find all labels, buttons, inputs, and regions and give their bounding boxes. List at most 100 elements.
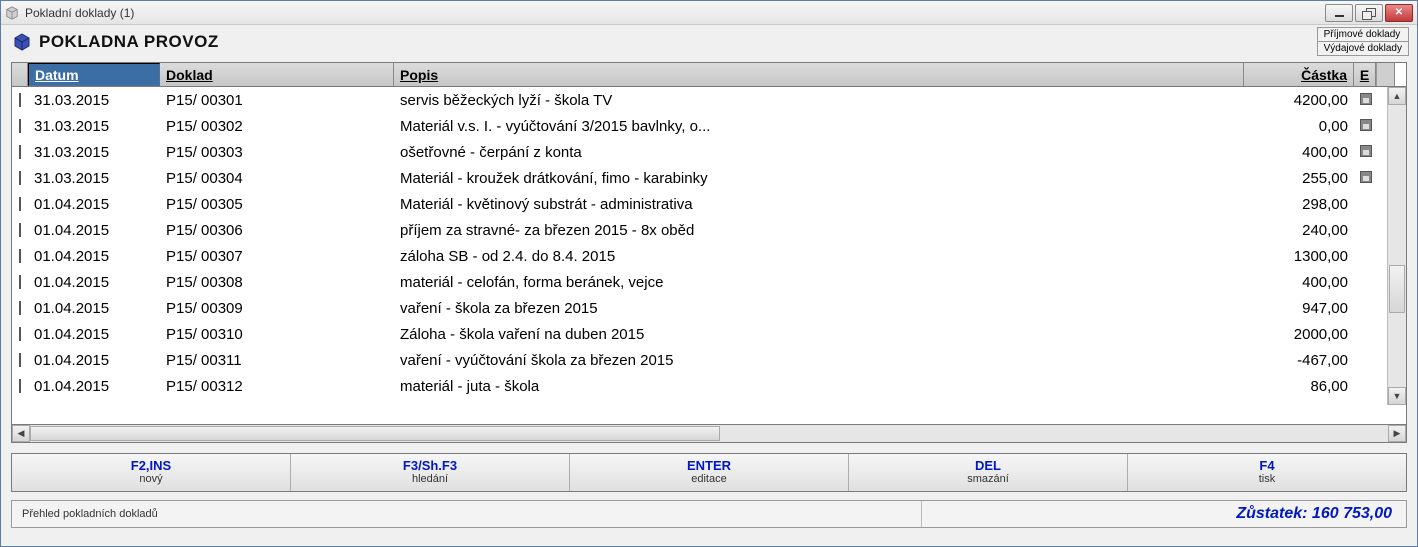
column-header-doklad[interactable]: Doklad	[160, 63, 394, 86]
cell-castka: 298,00	[1244, 196, 1354, 213]
cell-datum: 31.03.2015	[28, 118, 160, 135]
cell-datum: 01.04.2015	[28, 196, 160, 213]
cell-doklad: P15/ 00309	[160, 300, 394, 317]
cell-e	[1354, 119, 1376, 134]
table-row[interactable]: 31.03.2015P15/ 00302Materiál v.s. I. - v…	[12, 113, 1387, 139]
cell-doklad: P15/ 00305	[160, 196, 394, 213]
balance-label: Zůstatek:	[1236, 505, 1307, 522]
save-icon	[1360, 93, 1372, 105]
table-row[interactable]: 01.04.2015P15/ 00309vaření - škola za bř…	[12, 295, 1387, 321]
table-row[interactable]: 31.03.2015P15/ 00301servis běžeckých lyž…	[12, 87, 1387, 113]
cell-castka: 1300,00	[1244, 248, 1354, 265]
cell-doklad: P15/ 00302	[160, 118, 394, 135]
fn-edit-button[interactable]: ENTER editace	[570, 454, 849, 491]
fn-action-label: tisk	[1128, 473, 1406, 485]
cell-castka: 947,00	[1244, 300, 1354, 317]
row-marker	[12, 249, 28, 263]
hscroll-left-button[interactable]: ◀	[12, 425, 30, 442]
horizontal-scrollbar[interactable]: ◀ ▶	[11, 425, 1407, 443]
page-title: POKLADNA PROVOZ	[39, 32, 219, 52]
cell-datum: 01.04.2015	[28, 326, 160, 343]
save-icon	[1360, 145, 1372, 157]
row-marker	[12, 119, 28, 133]
cell-doklad: P15/ 00303	[160, 144, 394, 161]
row-marker	[12, 197, 28, 211]
scroll-thumb[interactable]	[1389, 265, 1405, 313]
cell-castka: 240,00	[1244, 222, 1354, 239]
table-row[interactable]: 31.03.2015P15/ 00304Materiál - kroužek d…	[12, 165, 1387, 191]
table-row[interactable]: 01.04.2015P15/ 00306příjem za stravné- z…	[12, 217, 1387, 243]
cell-popis: materiál - celofán, forma beránek, vejce	[394, 274, 1244, 291]
fn-new-button[interactable]: F2,INS nový	[12, 454, 291, 491]
column-gutter	[12, 63, 28, 86]
column-header-datum[interactable]: Datum	[28, 63, 160, 86]
column-header-e[interactable]: E	[1354, 63, 1376, 86]
window: Pokladní doklady (1) POKLADNA PROVOZ Pří…	[0, 0, 1418, 547]
row-marker	[12, 301, 28, 315]
column-scroll-gutter	[1376, 63, 1395, 86]
link-expense-docs[interactable]: Výdajové doklady	[1317, 41, 1409, 56]
status-text: Přehled pokladních dokladů	[12, 501, 922, 527]
save-icon	[1360, 119, 1372, 131]
fn-print-button[interactable]: F4 tisk	[1128, 454, 1406, 491]
cell-datum: 01.04.2015	[28, 378, 160, 395]
fn-key-label: F4	[1128, 458, 1406, 473]
fn-search-button[interactable]: F3/Sh.F3 hledání	[291, 454, 570, 491]
cell-castka: 4200,00	[1244, 92, 1354, 109]
window-title: Pokladní doklady (1)	[25, 6, 134, 20]
scroll-up-button[interactable]: ▲	[1388, 87, 1406, 105]
scroll-down-button[interactable]: ▼	[1388, 387, 1406, 405]
table-row[interactable]: 01.04.2015P15/ 00312materiál - juta - šk…	[12, 373, 1387, 399]
vertical-scrollbar[interactable]: ▲ ▼	[1387, 87, 1406, 405]
column-header-popis[interactable]: Popis	[394, 63, 1244, 86]
fn-delete-button[interactable]: DEL smazání	[849, 454, 1128, 491]
cell-datum: 01.04.2015	[28, 274, 160, 291]
fn-key-label: ENTER	[570, 458, 848, 473]
cell-castka: 400,00	[1244, 144, 1354, 161]
cell-datum: 31.03.2015	[28, 144, 160, 161]
cell-doklad: P15/ 00311	[160, 352, 394, 369]
cell-castka: 2000,00	[1244, 326, 1354, 343]
row-marker	[12, 327, 28, 341]
cell-castka: 0,00	[1244, 118, 1354, 135]
header-icon	[13, 33, 31, 51]
cell-e	[1354, 145, 1376, 160]
cell-castka: 255,00	[1244, 170, 1354, 187]
table-row[interactable]: 01.04.2015P15/ 00311vaření - vyúčtování …	[12, 347, 1387, 373]
fn-action-label: smazání	[849, 473, 1127, 485]
fn-key-label: DEL	[849, 458, 1127, 473]
balance-value: 160 753,00	[1312, 505, 1392, 522]
balance-display: Zůstatek: 160 753,00	[1222, 505, 1406, 523]
table-row[interactable]: 31.03.2015P15/ 00303ošetřovné - čerpání …	[12, 139, 1387, 165]
cell-castka: -467,00	[1244, 352, 1354, 369]
table-row[interactable]: 01.04.2015P15/ 00305Materiál - květinový…	[12, 191, 1387, 217]
fn-key-label: F3/Sh.F3	[291, 458, 569, 473]
close-button[interactable]	[1385, 4, 1413, 22]
hscroll-thumb[interactable]	[30, 426, 720, 441]
grid-header: Datum Doklad Popis Částka E	[12, 63, 1406, 87]
fn-action-label: nový	[12, 473, 290, 485]
maximize-button[interactable]	[1355, 4, 1383, 22]
status-bar: Přehled pokladních dokladů Zůstatek: 160…	[11, 500, 1407, 528]
subheader: POKLADNA PROVOZ Příjmové doklady Výdajov…	[1, 25, 1417, 62]
table-row[interactable]: 01.04.2015P15/ 00307záloha SB - od 2.4. …	[12, 243, 1387, 269]
row-marker	[12, 171, 28, 185]
column-header-castka[interactable]: Částka	[1244, 63, 1354, 86]
cell-datum: 01.04.2015	[28, 248, 160, 265]
cell-doklad: P15/ 00301	[160, 92, 394, 109]
fn-key-label: F2,INS	[12, 458, 290, 473]
hscroll-right-button[interactable]: ▶	[1388, 425, 1406, 442]
cell-popis: vaření - škola za březen 2015	[394, 300, 1244, 317]
cell-popis: příjem za stravné- za březen 2015 - 8x o…	[394, 222, 1244, 239]
link-income-docs[interactable]: Příjmové doklady	[1317, 27, 1409, 41]
cell-doklad: P15/ 00307	[160, 248, 394, 265]
fn-action-label: editace	[570, 473, 848, 485]
cell-doklad: P15/ 00312	[160, 378, 394, 395]
minimize-button[interactable]	[1325, 4, 1353, 22]
table-row[interactable]: 01.04.2015P15/ 00310Záloha - škola vařen…	[12, 321, 1387, 347]
grid-rows: 31.03.2015P15/ 00301servis běžeckých lyž…	[12, 87, 1387, 399]
table-row[interactable]: 01.04.2015P15/ 00308materiál - celofán, …	[12, 269, 1387, 295]
cell-popis: Materiál v.s. I. - vyúčtování 3/2015 bav…	[394, 118, 1244, 135]
data-grid: Datum Doklad Popis Částka E 31.03.2015P1…	[11, 62, 1407, 425]
titlebar[interactable]: Pokladní doklady (1)	[1, 1, 1417, 25]
